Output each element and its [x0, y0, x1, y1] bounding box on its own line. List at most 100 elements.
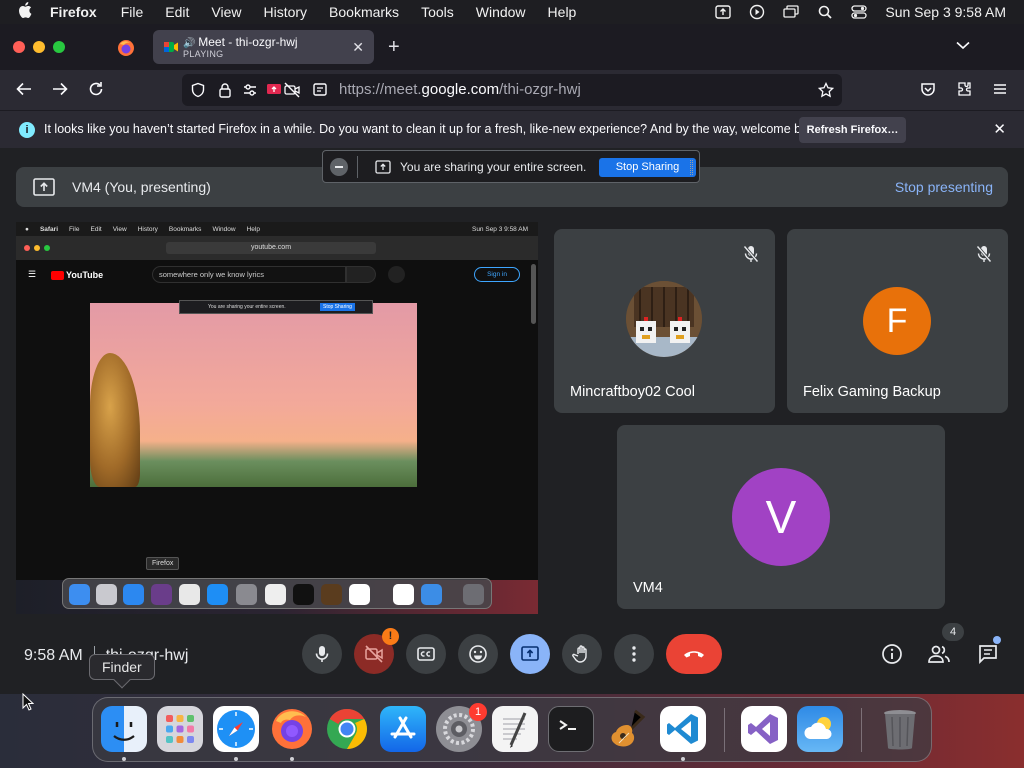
youtube-logo: YouTube [51, 270, 103, 280]
forward-button[interactable] [50, 80, 70, 100]
preview-minimize-dot [34, 245, 40, 251]
collapse-sharing-bar-button[interactable] [330, 158, 348, 176]
drag-handle[interactable] [690, 160, 693, 175]
control-center-icon[interactable] [851, 4, 868, 20]
hand-icon [572, 645, 587, 663]
menubar-clock[interactable]: Sun Sep 3 9:58 AM [885, 4, 1006, 20]
menu-bookmarks[interactable]: Bookmarks [329, 4, 399, 20]
menu-help[interactable]: Help [548, 4, 577, 20]
extensions-icon[interactable] [954, 80, 974, 100]
tab-meet[interactable]: 🔊 Meet - thi-ozgr-hwj PLAYING ✕ [153, 30, 374, 64]
raise-hand-button[interactable] [562, 634, 602, 674]
participant-tile-vm4[interactable]: V VM4 [617, 425, 945, 609]
menu-view[interactable]: View [211, 4, 241, 20]
pocket-icon[interactable] [918, 80, 938, 100]
chat-button[interactable] [975, 641, 1001, 667]
camera-button[interactable]: ! [354, 628, 399, 674]
participant-tile-felix[interactable]: F Felix Gaming Backup [787, 229, 1008, 413]
preview-visual-studio-icon [393, 584, 414, 605]
preview-close-dot [24, 245, 30, 251]
back-button[interactable] [14, 80, 34, 100]
info-icon [882, 644, 902, 664]
preview-search-icon [346, 266, 376, 283]
garageband-icon[interactable] [604, 706, 650, 752]
preview-sharing-bar: You are sharing your entire screen. Stop … [179, 300, 373, 314]
firefox-icon[interactable] [269, 706, 315, 752]
menu-history[interactable]: History [263, 4, 307, 20]
people-button[interactable] [926, 641, 952, 667]
hamburger-menu-icon[interactable] [990, 80, 1010, 100]
tracking-shield-icon[interactable] [190, 82, 206, 98]
apple-menu-icon[interactable] [18, 2, 36, 22]
google-meet-tab-icon [163, 39, 179, 55]
preview-menu-view: View [112, 225, 127, 233]
trash-icon[interactable] [877, 706, 923, 752]
window-minimize-button[interactable] [33, 41, 45, 53]
url-bar[interactable]: https://meet.google.com/thi-ozgr-hwj [182, 74, 842, 106]
menu-tools[interactable]: Tools [421, 4, 454, 20]
stop-sharing-button[interactable]: Stop Sharing [599, 158, 696, 177]
hang-up-icon [684, 651, 704, 658]
stop-presenting-button[interactable]: Stop presenting [895, 179, 993, 195]
captions-button[interactable] [406, 634, 446, 674]
sharing-bar-divider [357, 156, 358, 178]
now-playing-icon[interactable] [749, 4, 765, 20]
url-prefix: https://meet. [339, 81, 422, 98]
dock-tooltip: Finder [89, 654, 155, 680]
more-options-button[interactable] [614, 634, 654, 674]
screen-mirroring-icon[interactable] [783, 4, 800, 20]
chrome-icon[interactable] [324, 706, 370, 752]
spotlight-search-icon[interactable] [817, 4, 833, 20]
launchpad-icon[interactable] [157, 706, 203, 752]
finder-icon[interactable] [101, 706, 147, 752]
refresh-firefox-button[interactable]: Refresh Firefox… [799, 117, 906, 143]
menu-edit[interactable]: Edit [165, 4, 189, 20]
screen-share-status-icon[interactable] [715, 4, 732, 20]
url-text[interactable]: https://meet.google.com/thi-ozgr-hwj [339, 81, 581, 98]
textedit-icon[interactable] [492, 706, 538, 752]
camera-warning-badge[interactable]: ! [382, 628, 399, 645]
menu-app-name[interactable]: Firefox [50, 4, 97, 20]
new-tab-button[interactable]: + [388, 36, 400, 59]
info-icon: i [19, 122, 35, 138]
preview-scrollbar [531, 264, 536, 324]
preview-sign-in-button: Sign in [474, 267, 520, 282]
firefox-view-icon[interactable] [117, 39, 135, 57]
speaker-icon[interactable]: 🔊 [183, 38, 198, 49]
leave-call-button[interactable] [666, 634, 722, 674]
menu-file[interactable]: File [121, 4, 144, 20]
permissions-icon[interactable] [242, 82, 258, 98]
window-zoom-button[interactable] [53, 41, 65, 53]
safari-icon[interactable] [213, 706, 259, 752]
preview-finder-icon [69, 584, 90, 605]
participant-tile-mincraftboy[interactable]: Mincraftboy02 Cool [554, 229, 775, 413]
terminal-icon[interactable] [548, 706, 594, 752]
meeting-info-button[interactable] [879, 641, 905, 667]
tab-close-icon[interactable]: ✕ [352, 39, 364, 56]
preview-zoom-dot [44, 245, 50, 251]
visual-studio-icon[interactable] [741, 706, 787, 752]
youtube-logo-text: YouTube [66, 270, 104, 280]
running-indicator [290, 757, 294, 761]
screen-share-indicator-icon[interactable] [266, 82, 282, 98]
camera-blocked-icon[interactable] [284, 82, 300, 98]
notification-close-icon[interactable]: ✕ [993, 120, 1006, 138]
reactions-button[interactable] [458, 634, 498, 674]
window-close-button[interactable] [13, 41, 25, 53]
reader-view-icon[interactable] [312, 82, 328, 98]
microphone-button[interactable] [302, 634, 342, 674]
app-store-icon[interactable] [380, 706, 426, 752]
lock-icon[interactable] [217, 82, 233, 98]
preview-menu-history: History [137, 225, 158, 233]
menu-window[interactable]: Window [476, 4, 526, 20]
weather-icon[interactable] [797, 706, 843, 752]
present-screen-icon [375, 160, 391, 174]
chevron-down-icon[interactable] [954, 36, 972, 54]
bookmark-star-icon[interactable] [817, 81, 835, 98]
vscode-icon[interactable] [660, 706, 706, 752]
present-now-button[interactable] [510, 634, 550, 674]
camera-off-icon [365, 645, 383, 663]
preview-safari-icon [123, 584, 144, 605]
reload-button[interactable] [86, 80, 106, 100]
browser-nav-bar: https://meet.google.com/thi-ozgr-hwj [0, 70, 1024, 110]
